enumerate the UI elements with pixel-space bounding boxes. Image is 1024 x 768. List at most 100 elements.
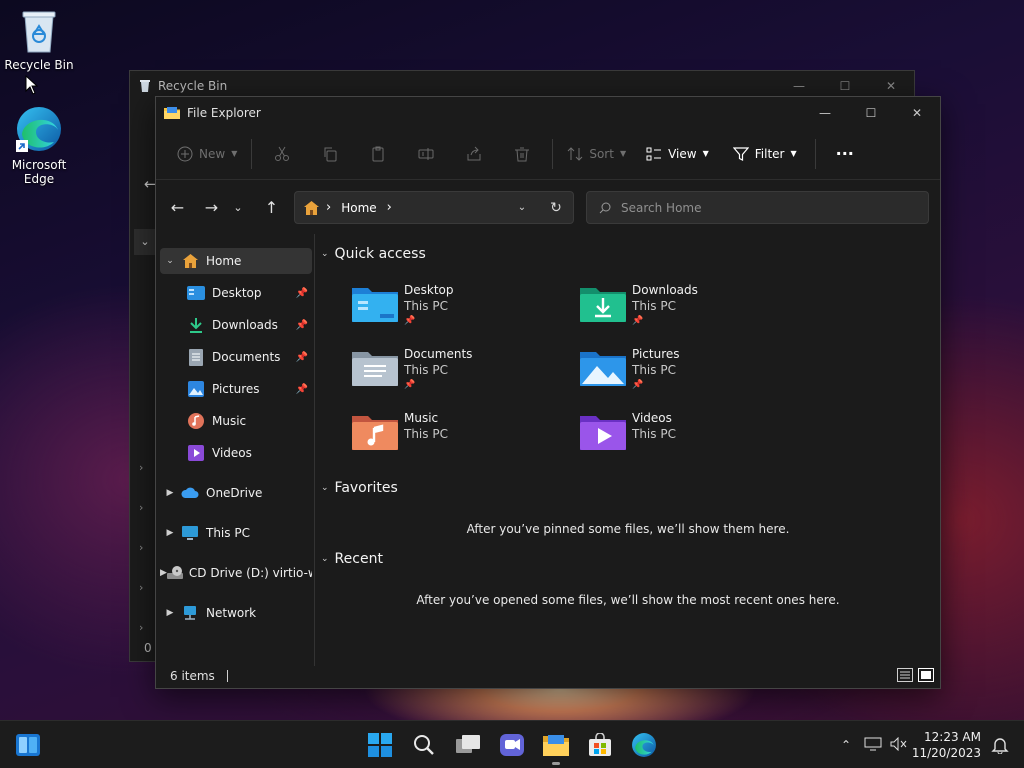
chevron-right-icon[interactable]: › (139, 621, 143, 634)
store-button[interactable] (584, 729, 616, 761)
task-view-button[interactable] (452, 729, 484, 761)
quick-access-item-desktop[interactable]: Desktop This PC 📌 (352, 282, 552, 338)
system-clock[interactable]: 12:23 AM 11/20/2023 (912, 729, 981, 761)
quick-access-item-music[interactable]: Music This PC (352, 410, 552, 466)
more-options-button[interactable]: ··· (822, 137, 868, 171)
chevron-right-icon[interactable]: ▶ (160, 528, 180, 538)
widgets-button[interactable] (12, 729, 44, 761)
filter-button[interactable]: Filter ▼ (725, 137, 805, 171)
cloud-icon (180, 483, 200, 503)
sidebar-item-network[interactable]: ▶ Network (160, 600, 312, 626)
copy-icon (324, 147, 337, 161)
chevron-down-icon[interactable]: ⌄ (160, 256, 180, 266)
quick-access-item-pictures[interactable]: Pictures This PC 📌 (580, 346, 780, 402)
quick-access-item-downloads[interactable]: Downloads This PC 📌 (580, 282, 780, 338)
chevron-right-icon[interactable]: ▶ (160, 608, 180, 618)
tile-name: Videos (632, 411, 672, 425)
recycle-bin-small-icon (140, 80, 150, 92)
pin-icon[interactable]: 📌 (296, 288, 308, 299)
edge-taskbar-button[interactable] (628, 729, 660, 761)
recent-locations-button[interactable]: ⌄ (226, 192, 250, 222)
tile-name: Music (404, 411, 439, 425)
speaker-muted-icon[interactable] (890, 736, 908, 754)
chevron-right-icon[interactable]: › (139, 541, 143, 554)
quick-access-item-documents[interactable]: Documents This PC 📌 (352, 346, 552, 402)
tile-location: This PC (404, 427, 448, 441)
pin-icon[interactable]: 📌 (296, 352, 308, 363)
paste-button[interactable] (354, 137, 402, 171)
address-dropdown-button[interactable]: ⌄ (505, 202, 539, 213)
start-button[interactable] (364, 729, 396, 761)
sidebar-item-home[interactable]: ⌄ Home (160, 248, 312, 274)
tile-name: Documents (404, 347, 473, 361)
forward-button[interactable]: → (194, 192, 229, 222)
chevron-right-icon[interactable]: ▶ (160, 568, 167, 578)
chat-button[interactable] (496, 729, 528, 761)
file-explorer-window[interactable]: File Explorer — ☐ ✕ New ▼ Sort ▼ View ▼ … (155, 96, 941, 689)
search-box[interactable]: Search Home (586, 191, 929, 224)
pin-icon[interactable]: 📌 (296, 384, 308, 395)
quick-access-item-videos[interactable]: Videos This PC (580, 410, 780, 466)
pictures-folder-icon (580, 352, 626, 386)
share-button[interactable] (450, 137, 498, 171)
section-header-favorites[interactable]: ⌄ Favorites (321, 480, 398, 496)
monitor-icon (180, 523, 200, 543)
view-button[interactable]: View ▼ (638, 137, 717, 171)
new-button[interactable]: New ▼ (169, 137, 245, 171)
minimize-button[interactable]: — (802, 97, 848, 128)
tiles-view-button[interactable] (918, 668, 934, 685)
chevron-down-icon[interactable]: ⌄ (134, 229, 156, 255)
sort-icon (567, 146, 583, 161)
back-button[interactable]: ← (160, 192, 195, 222)
pin-icon[interactable]: 📌 (296, 320, 308, 331)
window-title: Recycle Bin (158, 79, 228, 93)
sidebar-item-videos[interactable]: Videos (160, 440, 312, 466)
sidebar-item-onedrive[interactable]: ▶ OneDrive (160, 480, 312, 506)
chevron-right-icon[interactable]: › (139, 581, 143, 594)
desktop-icon-recycle-bin[interactable]: Recycle Bin (2, 8, 76, 72)
sidebar-item-desktop[interactable]: Desktop 📌 (160, 280, 312, 306)
recycle-bin-icon (22, 11, 56, 53)
chevron-right-icon[interactable]: › (139, 501, 143, 514)
sidebar-item-pictures[interactable]: Pictures 📌 (160, 376, 312, 402)
show-hidden-icons-button[interactable]: ⌃ (836, 738, 856, 752)
rename-icon (418, 147, 434, 160)
delete-button[interactable] (498, 137, 546, 171)
sidebar-item-cd-drive[interactable]: ▶ CD Drive (D:) virtio-w (160, 560, 312, 586)
address-bar[interactable]: › Home › ⌄ ↻ (294, 191, 574, 224)
search-button[interactable] (408, 729, 440, 761)
refresh-button[interactable]: ↻ (539, 200, 573, 216)
close-button[interactable]: ✕ (894, 97, 940, 128)
content-pane: ⌄ Quick access Desktop This PC 📌 Downloa… (316, 234, 940, 666)
chevron-down-icon: ▼ (619, 149, 627, 158)
cut-button[interactable] (258, 137, 306, 171)
plus-circle-icon (177, 146, 193, 161)
maximize-button[interactable]: ☐ (848, 97, 894, 128)
chevron-right-icon[interactable]: › (139, 461, 143, 474)
file-explorer-taskbar-button[interactable] (540, 729, 572, 765)
chevron-right-icon[interactable]: ▶ (160, 488, 180, 498)
status-divider (226, 670, 228, 682)
copy-button[interactable] (306, 137, 354, 171)
sidebar-item-documents[interactable]: Documents 📌 (160, 344, 312, 370)
item-count: 6 items (170, 669, 215, 683)
up-button[interactable]: ↑ (254, 192, 289, 222)
sidebar-item-music[interactable]: Music (160, 408, 312, 434)
video-icon (186, 443, 206, 463)
details-view-button[interactable] (897, 668, 913, 685)
edge-icon (16, 107, 61, 152)
section-header-quick-access[interactable]: ⌄ Quick access (321, 246, 426, 262)
desktop-icon-edge[interactable]: Microsoft Edge (2, 104, 76, 186)
rename-button[interactable] (402, 137, 450, 171)
sort-button[interactable]: Sort ▼ (559, 137, 634, 171)
filter-icon (732, 146, 749, 161)
view-label: View (668, 146, 697, 161)
section-header-recent[interactable]: ⌄ Recent (321, 551, 383, 567)
network-icon[interactable] (864, 737, 882, 754)
sidebar-item-downloads[interactable]: Downloads 📌 (160, 312, 312, 338)
sidebar-item-this-pc[interactable]: ▶ This PC (160, 520, 312, 546)
chevron-down-icon: ⌄ (321, 483, 329, 493)
clipboard-icon (372, 146, 384, 161)
chevron-down-icon: ▼ (790, 149, 797, 158)
notifications-button[interactable] (984, 729, 1016, 761)
